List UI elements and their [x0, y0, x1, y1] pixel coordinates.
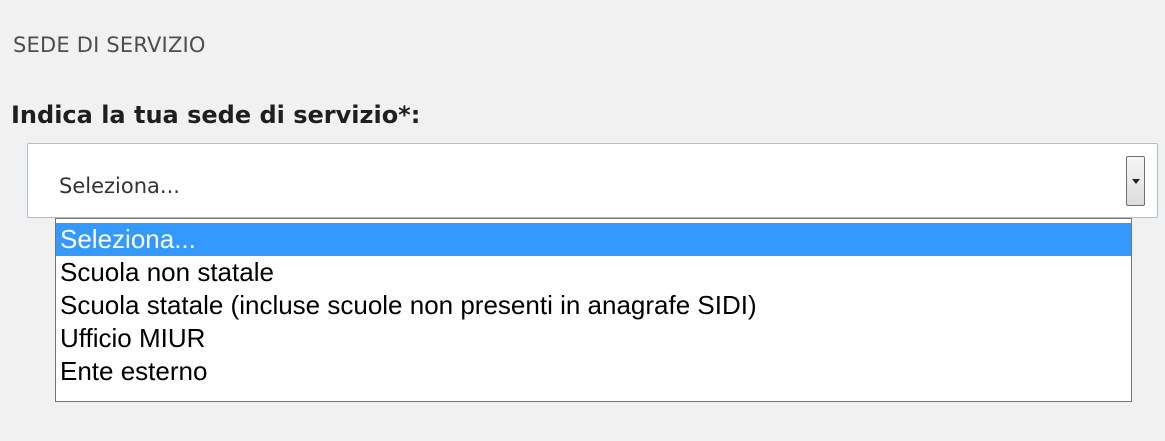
- service-location-select[interactable]: Seleziona...: [27, 143, 1158, 218]
- service-location-label: Indica la tua sede di servizio*:: [11, 101, 421, 129]
- section-title: SEDE DI SERVIZIO: [13, 33, 206, 57]
- dropdown-option-seleziona[interactable]: Seleziona...: [56, 223, 1131, 256]
- select-current-value: Seleziona...: [59, 174, 180, 198]
- dropdown-list: Seleziona... Scuola non statale Scuola s…: [55, 218, 1132, 402]
- dropdown-option-ufficio-miur[interactable]: Ufficio MIUR: [56, 322, 1131, 355]
- dropdown-option-scuola-statale[interactable]: Scuola statale (incluse scuole non prese…: [56, 289, 1131, 322]
- chevron-down-icon[interactable]: [1126, 156, 1145, 206]
- dropdown-option-ente-esterno[interactable]: Ente esterno: [56, 355, 1131, 388]
- dropdown-option-scuola-non-statale[interactable]: Scuola non statale: [56, 256, 1131, 289]
